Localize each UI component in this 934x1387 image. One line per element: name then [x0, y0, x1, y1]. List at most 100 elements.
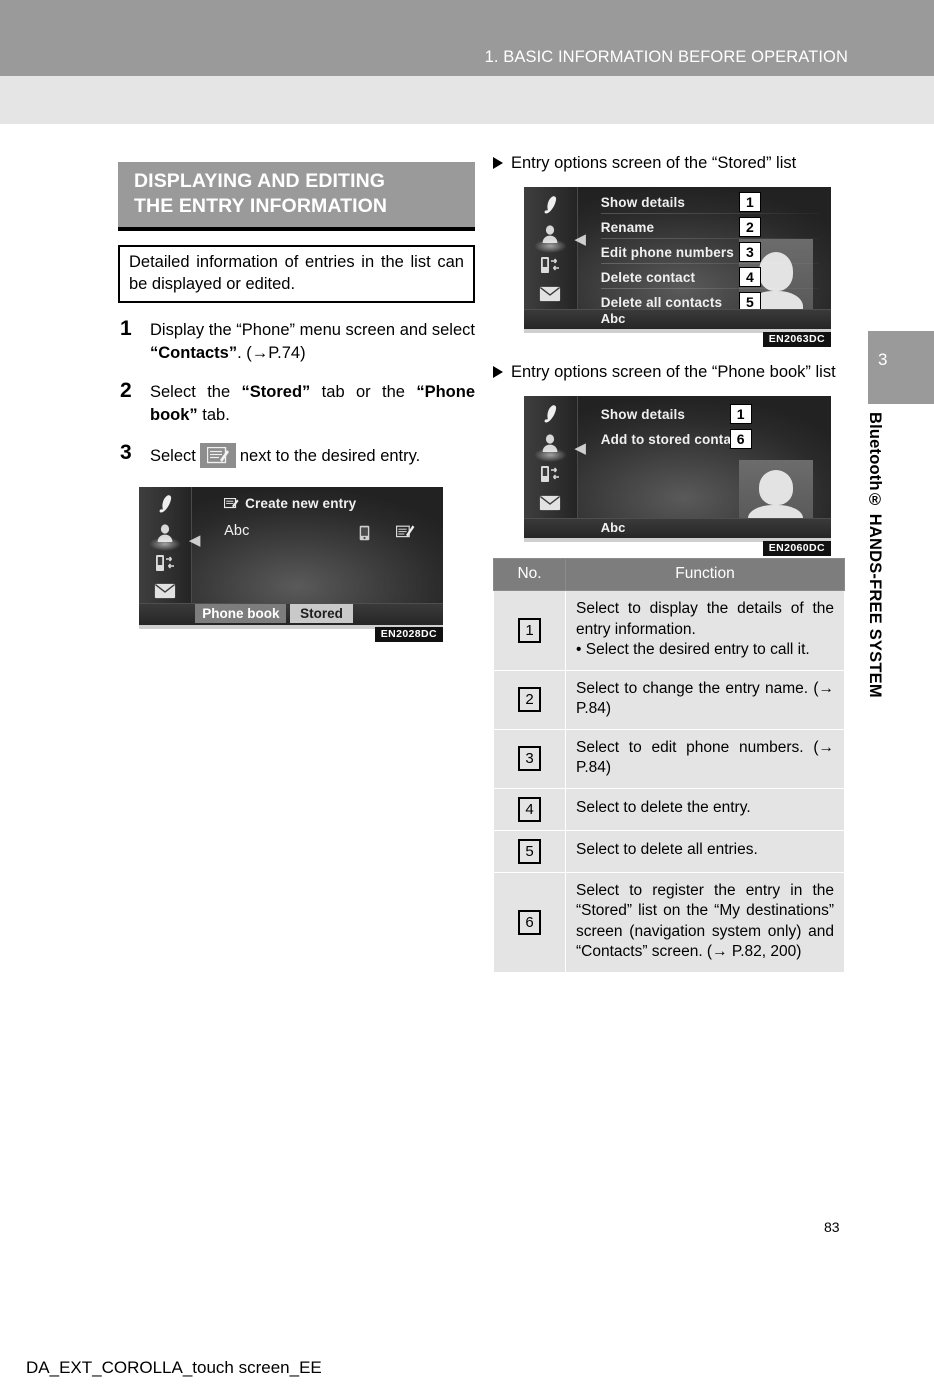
- option-row-edit-phone-numbers[interactable]: Edit phone numbers: [601, 245, 734, 260]
- phone-handset-icon[interactable]: [524, 191, 577, 219]
- avatar-head: [758, 252, 793, 292]
- call-transfer-icon[interactable]: [524, 460, 577, 488]
- message-envelope-icon[interactable]: [139, 577, 191, 605]
- screen-side-rail: [524, 187, 578, 329]
- step-1-text: Display the “Phone” menu screen and sele…: [150, 319, 475, 365]
- message-envelope-icon[interactable]: [524, 489, 577, 517]
- callout-number-box: 2: [518, 687, 541, 712]
- chapter-vertical-title: Bluetooth® HANDS-FREE SYSTEM: [866, 412, 884, 698]
- caption-phonebook-label: Entry options screen of the “Phone book”…: [511, 363, 836, 381]
- table-cell-function: Select to edit phone numbers. (→ P.84): [565, 728, 845, 789]
- step-3-text-a: Select: [150, 447, 196, 465]
- option-row-show-details[interactable]: Show details: [601, 195, 685, 210]
- step-3-text-c: next to the desired entry.: [239, 447, 421, 465]
- function-text: Select to display the details of the ent…: [576, 600, 834, 638]
- avatar-head: [758, 470, 793, 505]
- function-table: No. Function 1 Select to display the det…: [493, 558, 845, 973]
- callout-6: 6: [729, 429, 752, 449]
- callout-1: 1: [738, 192, 761, 212]
- call-transfer-icon[interactable]: [139, 549, 191, 577]
- callout-2: 2: [738, 217, 761, 237]
- step-2-bold-stored: “Stored”: [241, 383, 311, 401]
- caption-stored-label: Entry options screen of the “Stored” lis…: [511, 154, 797, 172]
- step-2-text-e: tab.: [197, 406, 230, 424]
- caption-phonebook-list: Entry options screen of the “Phone book”…: [493, 361, 853, 383]
- rail-expand-chevron-icon[interactable]: ◀: [574, 232, 586, 247]
- option-row-add-to-stored-contacts[interactable]: Add to stored contacts: [601, 432, 751, 447]
- section-intro-box: Detailed information of entries in the l…: [118, 245, 475, 303]
- call-transfer-icon[interactable]: [524, 251, 577, 279]
- step-3: 3 Select next to the desired entry.: [118, 441, 475, 468]
- table-cell-no: 6: [493, 871, 566, 973]
- stored-footer-label: Abc: [600, 311, 626, 326]
- create-new-entry-label: Create new entry: [245, 496, 357, 511]
- phonebook-footer-label: Abc: [600, 520, 626, 535]
- phone-handset-icon[interactable]: [139, 490, 191, 518]
- callout-number-box: 5: [518, 838, 541, 864]
- tab-stored[interactable]: Stored: [290, 604, 353, 623]
- table-cell-no: 1: [493, 590, 566, 671]
- right-column: Entry options screen of the “Stored” lis…: [493, 152, 853, 973]
- option-row-delete-contact[interactable]: Delete contact: [601, 270, 695, 285]
- row-separator: [600, 213, 819, 214]
- figure-phonebook-options: ◀ Show details 1 Add to stored contacts …: [524, 396, 831, 556]
- option-row-rename[interactable]: Rename: [601, 220, 654, 235]
- step-2-text-a: Select the: [150, 383, 242, 401]
- section-heading-line1: DISPLAYING AND EDITING: [134, 170, 386, 192]
- table-header-row: No. Function: [493, 558, 845, 591]
- create-entry-icon: [224, 497, 239, 513]
- triangle-bullet-icon: [493, 366, 503, 378]
- screen-side-rail: [524, 396, 578, 538]
- step-3-number: 3: [120, 441, 132, 464]
- table-row: 2 Select to change the entry name. (→ P.…: [493, 669, 845, 730]
- create-new-entry-row[interactable]: Create new entry: [224, 496, 356, 513]
- screen-bottom-bar: [524, 518, 831, 538]
- triangle-bullet-icon: [493, 157, 503, 169]
- phonebook-options-screen: ◀ Show details 1 Add to stored contacts …: [524, 396, 831, 542]
- page-number: 83: [824, 1219, 840, 1235]
- mobile-phone-icon[interactable]: [359, 525, 370, 546]
- table-row: 4 Select to delete the entry.: [493, 787, 845, 831]
- function-subtext: • Select the desired entry to call it.: [576, 641, 810, 658]
- callout-1: 1: [729, 404, 752, 424]
- rail-expand-chevron-icon[interactable]: ◀: [189, 533, 201, 548]
- table-cell-function: Select to delete all entries.: [565, 829, 845, 873]
- step-1-text-c: . (→P.74): [237, 344, 306, 362]
- table-cell-no: 5: [493, 829, 566, 873]
- table-cell-function: Select to display the details of the ent…: [565, 590, 845, 671]
- tab-phone-book[interactable]: Phone book: [195, 604, 287, 623]
- option-row-show-details[interactable]: Show details: [601, 407, 685, 422]
- rail-expand-chevron-icon[interactable]: ◀: [574, 441, 586, 456]
- table-cell-function: Select to delete the entry.: [565, 787, 845, 831]
- callout-number-box: 3: [518, 746, 541, 771]
- edit-entry-icon: [199, 443, 236, 468]
- section-heading-line2: THE ENTRY INFORMATION: [134, 195, 388, 217]
- document-code: DA_EXT_COROLLA_touch screen_EE: [26, 1358, 322, 1377]
- figure-code-phonebook: EN2060DC: [762, 541, 831, 556]
- page-header-title: 1. BASIC INFORMATION BEFORE OPERATION: [484, 48, 848, 66]
- figure-code-stored: EN2063DC: [762, 332, 831, 347]
- edit-entry-icon[interactable]: [395, 524, 415, 545]
- table-cell-no: 3: [493, 728, 566, 789]
- step-2-text-c: tab or the: [310, 383, 417, 401]
- callout-number-box: 4: [518, 796, 541, 822]
- option-row-delete-all-contacts[interactable]: Delete all contacts: [601, 295, 722, 310]
- table-cell-no: 2: [493, 669, 566, 730]
- row-separator: [600, 288, 819, 289]
- section-heading: DISPLAYING AND EDITING THE ENTRY INFORMA…: [118, 162, 475, 231]
- row-separator: [600, 238, 819, 239]
- step-2-number: 2: [120, 379, 132, 402]
- chapter-tab-number: 3: [878, 350, 888, 369]
- table-row: 1 Select to display the details of the e…: [493, 590, 845, 671]
- figure-contacts-list: ◀ Create new entry Abc Phone book Stored…: [139, 487, 443, 642]
- callout-4: 4: [738, 267, 761, 287]
- message-envelope-icon[interactable]: [524, 280, 577, 308]
- step-3-text: Select next to the desired entry.: [150, 443, 475, 468]
- phone-handset-icon[interactable]: [524, 400, 577, 428]
- screen-bottom-bar: [524, 309, 831, 329]
- page-header-subband: [0, 76, 934, 124]
- table-cell-function: Select to register the entry in the “Sto…: [565, 871, 845, 973]
- contact-entry-row[interactable]: Abc: [224, 523, 249, 539]
- contacts-screen: ◀ Create new entry Abc Phone book Stored: [139, 487, 443, 629]
- caption-stored-list: Entry options screen of the “Stored” lis…: [493, 152, 853, 174]
